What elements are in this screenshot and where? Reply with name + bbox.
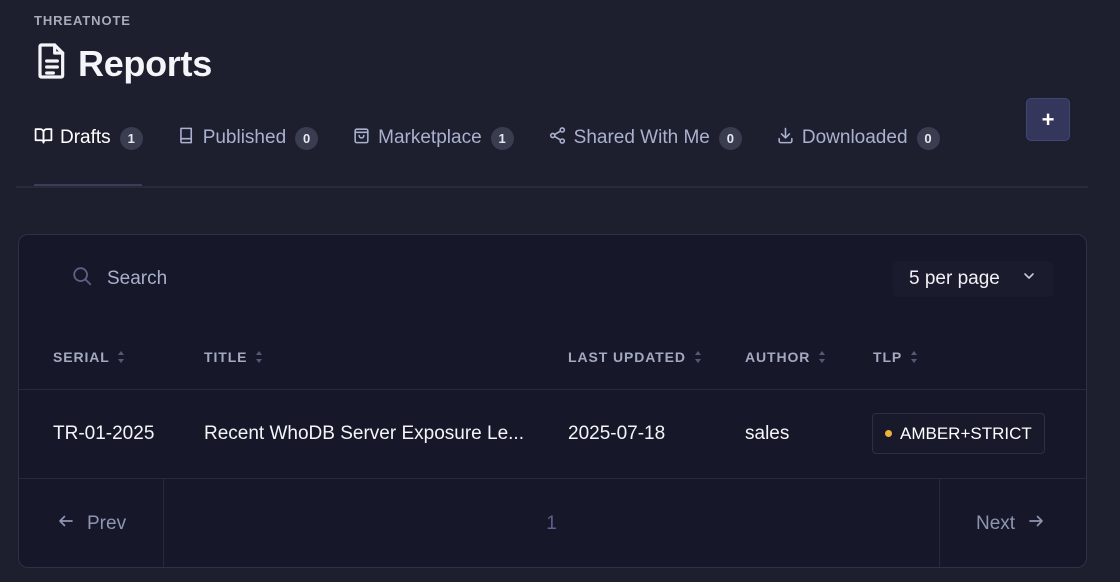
table-row[interactable]: TR-01-2025 Recent WhoDB Server Exposure …: [19, 389, 1086, 479]
column-header-last-updated[interactable]: LAST UPDATED: [534, 327, 711, 390]
document-icon: [36, 42, 68, 85]
prev-page-button[interactable]: Prev: [19, 478, 164, 567]
cell-last-updated: 2025-07-18: [534, 389, 711, 479]
tab-drafts[interactable]: Drafts 1: [34, 124, 143, 152]
tab-count-badge: 0: [295, 126, 319, 150]
search-icon: [71, 265, 93, 293]
column-header-author[interactable]: AUTHOR: [711, 327, 839, 390]
tab-count-badge: 1: [490, 126, 514, 150]
reports-table: SERIAL TITLE LAST UPDATED AUTHOR TLP TR-…: [19, 327, 1086, 479]
prev-label: Prev: [87, 512, 127, 534]
sort-icon: [818, 350, 826, 367]
tab-published[interactable]: Published 0: [177, 124, 319, 152]
tab-count-badge: 0: [718, 126, 742, 150]
tlp-status-dot: [885, 430, 892, 437]
chevron-down-icon: [1021, 268, 1037, 290]
arrow-right-icon: [1027, 512, 1045, 536]
tab-shared-with-me[interactable]: Shared With Me 0: [548, 124, 742, 152]
tab-count-badge: 1: [119, 126, 143, 150]
column-header-title[interactable]: TITLE: [170, 327, 534, 390]
tab-downloaded[interactable]: Downloaded 0: [776, 124, 940, 152]
cell-author: sales: [711, 389, 839, 479]
tab-label: Marketplace: [378, 127, 482, 148]
sort-icon: [117, 350, 125, 367]
report-tabs: Drafts 1 Published 0 Marketplace 1 Share…: [34, 124, 974, 152]
tab-count-badge: 0: [916, 126, 940, 150]
tlp-label: AMBER+STRICT: [900, 423, 1032, 443]
table-header-row: SERIAL TITLE LAST UPDATED AUTHOR TLP: [19, 327, 1086, 390]
column-header-tlp[interactable]: TLP: [839, 327, 1086, 390]
next-label: Next: [976, 512, 1016, 534]
tab-marketplace[interactable]: Marketplace 1: [352, 124, 514, 152]
page-numbers: 1: [164, 478, 939, 567]
cell-title[interactable]: Recent WhoDB Server Exposure Le...: [170, 389, 534, 479]
reports-table-card: 5 per page SERIAL TITLE: [18, 234, 1087, 568]
tlp-badge: AMBER+STRICT: [872, 413, 1045, 454]
tab-label: Downloaded: [801, 127, 908, 148]
tab-label: Drafts: [60, 127, 111, 148]
search-bar: [71, 265, 367, 293]
book-open-icon: [34, 126, 53, 151]
brand-name: THREATNOTE: [34, 13, 131, 28]
page-title: Reports: [78, 42, 212, 84]
pagination: Prev 1 Next: [19, 478, 1086, 567]
sort-icon: [255, 350, 263, 367]
sort-icon: [694, 350, 702, 367]
book-icon: [177, 126, 196, 151]
cell-serial: TR-01-2025: [19, 389, 170, 479]
share-icon: [548, 126, 567, 151]
page-header: Reports: [36, 42, 212, 85]
add-report-button[interactable]: +: [1026, 98, 1070, 141]
per-page-value: 5 per page: [909, 268, 1000, 289]
arrow-left-icon: [57, 512, 75, 536]
search-input[interactable]: [107, 268, 367, 290]
per-page-select[interactable]: 5 per page: [893, 261, 1053, 297]
shopping-bag-icon: [352, 126, 371, 151]
page-number-current[interactable]: 1: [546, 513, 557, 535]
cell-tlp: AMBER+STRICT: [839, 389, 1086, 479]
reports-page: THREATNOTE Reports + Drafts 1 Published …: [0, 0, 1120, 582]
column-header-serial[interactable]: SERIAL: [19, 327, 170, 390]
sort-icon: [910, 350, 918, 367]
tab-label: Shared With Me: [573, 127, 710, 148]
tab-label: Published: [202, 127, 287, 148]
download-icon: [776, 126, 795, 151]
tabs-divider: [16, 186, 1088, 188]
next-page-button[interactable]: Next: [939, 478, 1086, 567]
